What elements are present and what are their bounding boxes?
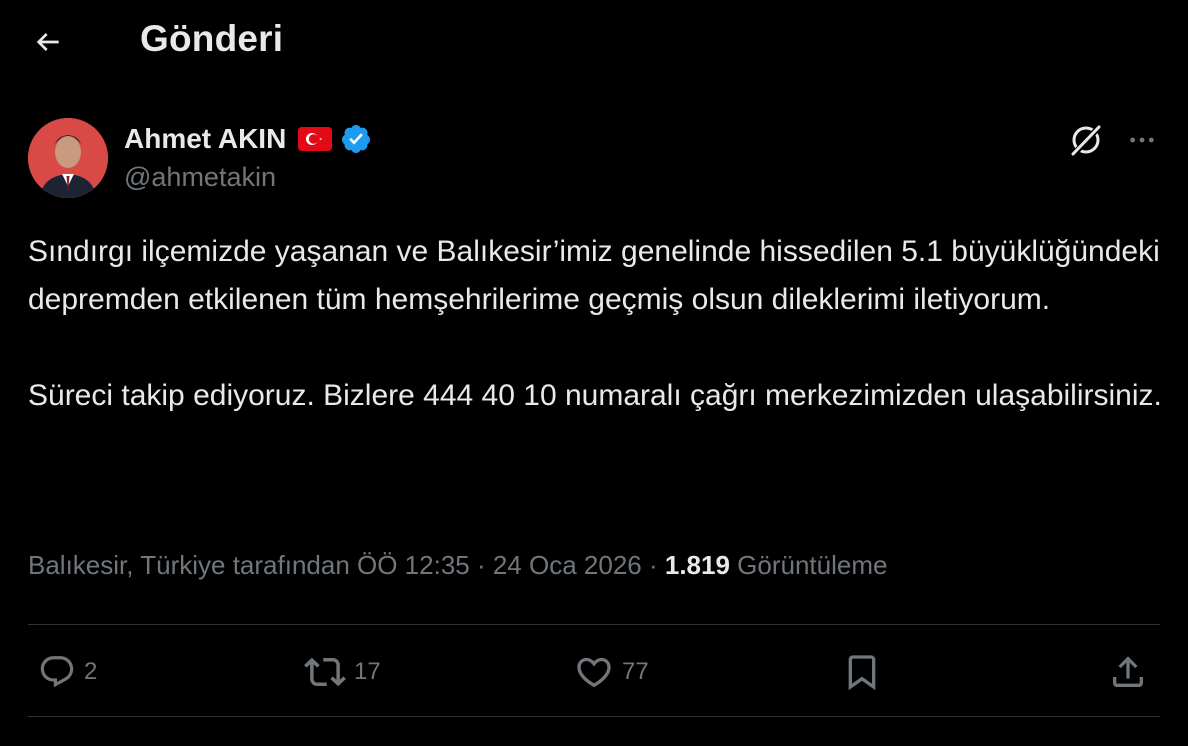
location-timestamp[interactable]: Balıkesir, Türkiye tarafından ÖÖ 12:35 ·… bbox=[28, 550, 665, 580]
share-icon bbox=[1113, 656, 1143, 687]
reply-count: 2 bbox=[84, 658, 98, 685]
tweet-detail-page: Gönderi Ahmet AKIN @ahmetakin Sındırgı i… bbox=[0, 0, 1188, 746]
more-options-button[interactable] bbox=[1122, 120, 1162, 160]
views-label: Görüntüleme bbox=[729, 550, 888, 580]
retweet-button[interactable]: 17 bbox=[304, 648, 381, 696]
page-title: Gönderi bbox=[140, 18, 284, 59]
author-name[interactable]: Ahmet AKIN bbox=[124, 123, 286, 155]
retweet-icon bbox=[304, 657, 346, 687]
tweet-paragraph-1: Sındırgı ilçemizde yaşanan ve Balıkesir’… bbox=[28, 235, 1160, 316]
author-handle[interactable]: @ahmetakin bbox=[124, 162, 276, 193]
tweet-meta: Balıkesir, Türkiye tarafından ÖÖ 12:35 ·… bbox=[28, 550, 887, 581]
like-button[interactable]: 77 bbox=[574, 648, 649, 696]
heart-icon bbox=[577, 657, 611, 688]
bookmark-icon bbox=[848, 655, 876, 691]
reply-button[interactable]: 2 bbox=[38, 648, 97, 696]
more-dots-icon bbox=[1130, 137, 1154, 143]
avatar-image bbox=[28, 118, 108, 198]
bookmark-button[interactable] bbox=[842, 648, 882, 696]
tweet-text: Sındırgı ilçemizde yaşanan ve Balıkesir’… bbox=[28, 228, 1163, 420]
tweet-paragraph-2: Süreci takip ediyoruz. Bizlere 444 40 10… bbox=[28, 379, 1162, 412]
grok-button[interactable] bbox=[1066, 120, 1106, 160]
like-count: 77 bbox=[622, 658, 649, 685]
action-bar: 2 17 77 bbox=[28, 640, 1160, 704]
views-count: 1.819 bbox=[664, 550, 730, 580]
divider-bottom bbox=[28, 716, 1160, 717]
divider-top bbox=[28, 624, 1160, 625]
retweet-count: 17 bbox=[354, 658, 381, 685]
back-button[interactable] bbox=[28, 22, 68, 62]
reply-icon bbox=[40, 656, 74, 688]
arrow-left-icon bbox=[36, 33, 59, 51]
verified-badge-icon bbox=[340, 123, 372, 155]
share-button[interactable] bbox=[1108, 648, 1148, 696]
grok-icon bbox=[1071, 123, 1103, 157]
avatar[interactable] bbox=[28, 118, 108, 198]
header: Gönderi bbox=[0, 0, 1188, 84]
turkey-flag-icon bbox=[298, 127, 333, 151]
author-name-row: Ahmet AKIN bbox=[124, 120, 372, 158]
